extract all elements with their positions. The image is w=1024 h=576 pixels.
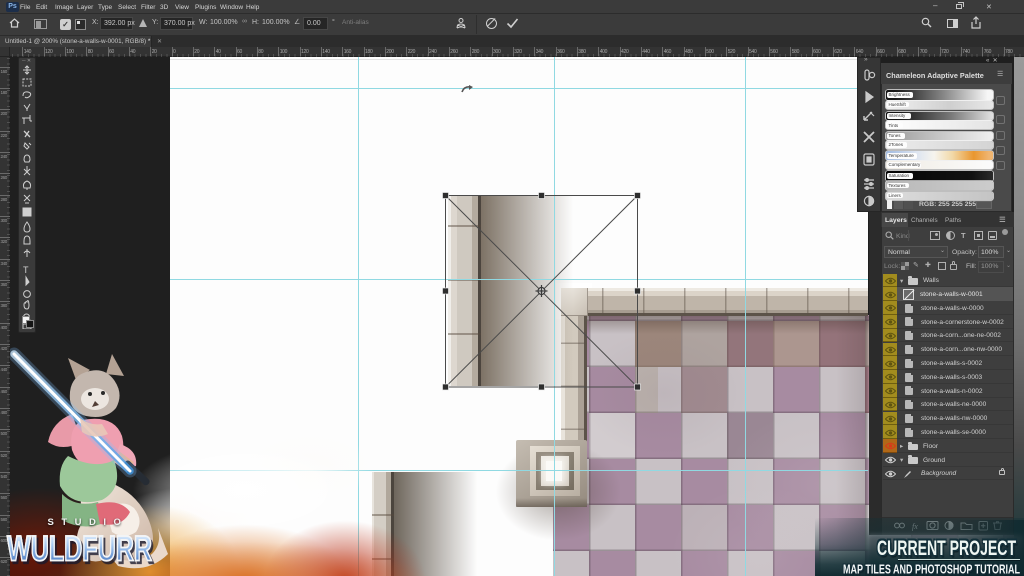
svg-text:T: T xyxy=(23,265,29,275)
